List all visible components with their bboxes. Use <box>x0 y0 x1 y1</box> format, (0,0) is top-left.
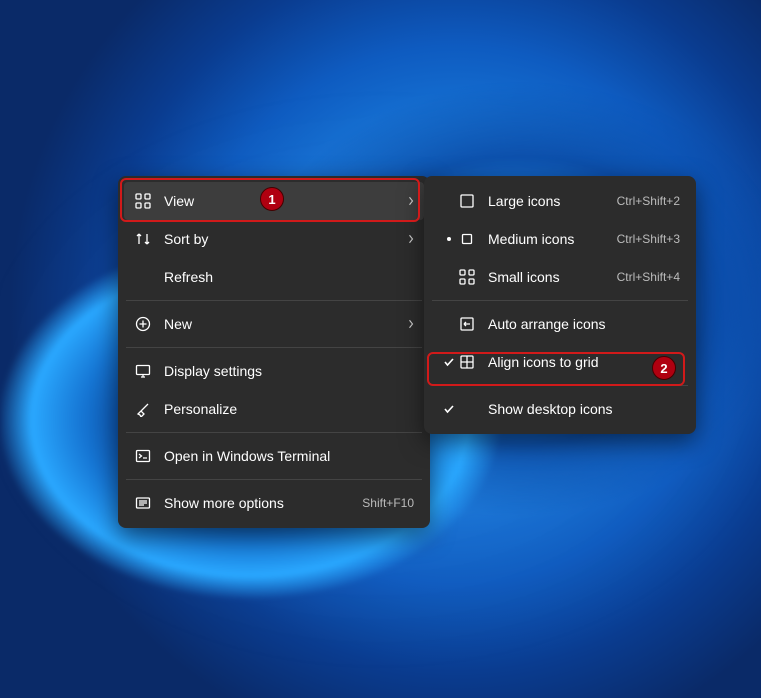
menu-item-label: Show desktop icons <box>488 401 680 417</box>
menu-item-view[interactable]: View <box>124 182 424 220</box>
menu-item-label: Personalize <box>164 401 414 417</box>
menu-item-label: New <box>164 316 404 332</box>
menu-item-label: Display settings <box>164 363 414 379</box>
shortcut-label: Ctrl+Shift+3 <box>617 232 680 246</box>
menu-item-refresh[interactable]: Refresh <box>124 258 424 296</box>
menu-item-label: Sort by <box>164 231 404 247</box>
menu-separator <box>126 479 422 480</box>
small-icons-icon <box>458 268 476 286</box>
menu-item-label: Refresh <box>164 269 414 285</box>
terminal-icon <box>134 447 152 465</box>
menu-item-sort-by[interactable]: Sort by <box>124 220 424 258</box>
large-icons-icon <box>458 192 476 210</box>
blank-icon <box>134 268 152 286</box>
desktop-background[interactable]: View Sort by Refresh New <box>0 0 761 698</box>
menu-item-label: Show more options <box>164 495 362 511</box>
shortcut-label: Ctrl+Shift+2 <box>617 194 680 208</box>
menu-item-new[interactable]: New <box>124 305 424 343</box>
menu-item-label: Small icons <box>488 269 617 285</box>
radio-indicator-selected <box>440 237 458 241</box>
submenu-item-small-icons[interactable]: Small icons Ctrl+Shift+4 <box>430 258 690 296</box>
medium-icons-icon <box>458 230 476 248</box>
plus-circle-icon <box>134 315 152 333</box>
auto-arrange-icon <box>458 315 476 333</box>
menu-item-show-more-options[interactable]: Show more options Shift+F10 <box>124 484 424 522</box>
chevron-right-icon <box>404 196 414 206</box>
check-indicator-checked <box>440 356 458 368</box>
shortcut-label: Shift+F10 <box>362 496 414 510</box>
menu-item-label: Align icons to grid <box>488 354 680 370</box>
menu-item-label: Large icons <box>488 193 617 209</box>
menu-item-label: Auto arrange icons <box>488 316 680 332</box>
shortcut-label: Ctrl+Shift+4 <box>617 270 680 284</box>
display-icon <box>134 362 152 380</box>
desktop-context-menu: View Sort by Refresh New <box>118 176 430 528</box>
menu-separator <box>126 300 422 301</box>
submenu-item-align-grid[interactable]: Align icons to grid <box>430 343 690 381</box>
sort-icon <box>134 230 152 248</box>
grid-icon <box>134 192 152 210</box>
chevron-right-icon <box>404 234 414 244</box>
brush-icon <box>134 400 152 418</box>
submenu-item-large-icons[interactable]: Large icons Ctrl+Shift+2 <box>430 182 690 220</box>
more-options-icon <box>134 494 152 512</box>
menu-separator <box>126 432 422 433</box>
menu-separator <box>432 300 688 301</box>
align-grid-icon <box>458 353 476 371</box>
submenu-item-show-desktop-icons[interactable]: Show desktop icons <box>430 390 690 428</box>
submenu-item-auto-arrange[interactable]: Auto arrange icons <box>430 305 690 343</box>
menu-item-display-settings[interactable]: Display settings <box>124 352 424 390</box>
menu-item-open-terminal[interactable]: Open in Windows Terminal <box>124 437 424 475</box>
menu-item-label: Medium icons <box>488 231 617 247</box>
view-submenu: Large icons Ctrl+Shift+2 Medium icons Ct… <box>424 176 696 434</box>
chevron-right-icon <box>404 319 414 329</box>
menu-item-label: View <box>164 193 404 209</box>
menu-separator <box>432 385 688 386</box>
blank-icon <box>458 400 476 418</box>
submenu-item-medium-icons[interactable]: Medium icons Ctrl+Shift+3 <box>430 220 690 258</box>
menu-separator <box>126 347 422 348</box>
check-indicator-checked <box>440 403 458 415</box>
menu-item-label: Open in Windows Terminal <box>164 448 414 464</box>
menu-item-personalize[interactable]: Personalize <box>124 390 424 428</box>
